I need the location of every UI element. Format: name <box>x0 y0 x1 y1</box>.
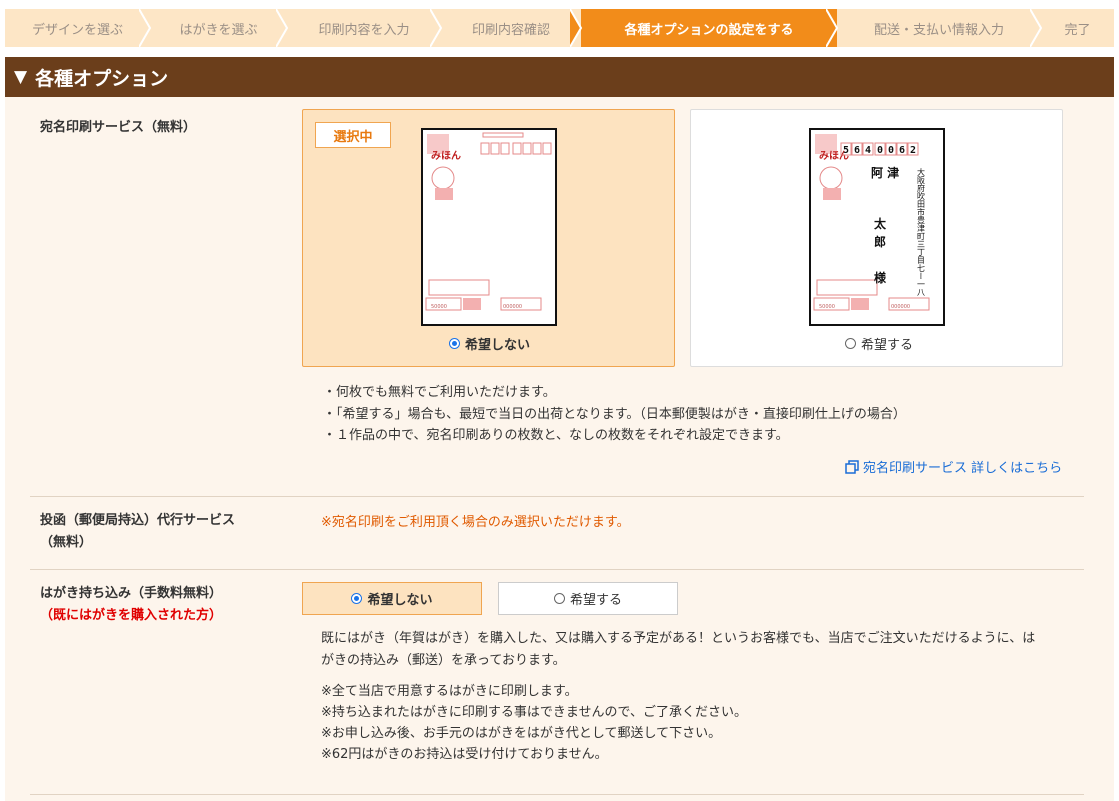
address-print-option-no-card[interactable]: 選択中 みほん 50000 000000 希望しない <box>302 109 675 367</box>
section-divider <box>30 496 1084 497</box>
svg-text:50000: 50000 <box>431 304 447 310</box>
collapse-triangle-icon: ▼ <box>14 67 28 87</box>
recipient-name-line: 郎 <box>874 234 886 249</box>
mail-service-label-line1: 投函（郵便局持込）代行サービス <box>40 513 236 528</box>
bringin-sublabel: （既にはがきを購入された方） <box>40 608 223 623</box>
description-line: がきの持込み（郵送）を承っております。 <box>321 653 566 668</box>
step-arrow-icon <box>570 9 583 47</box>
postcard-preview-addressed: みほん 5 6 4 0 0 6 2 阿 津 太 郎 様 大阪府吹田市豊津町三丁目… <box>809 128 945 326</box>
recipient-address: 大阪府吹田市豊津町三丁目七ー一八 <box>917 167 926 296</box>
address-print-label: 宛名印刷サービス（無料） <box>40 120 197 135</box>
radio-checked-icon <box>351 593 363 604</box>
note-line: ※全て当店で用意するはがきに印刷します。 <box>321 684 578 699</box>
radio-unchecked-icon <box>845 338 856 349</box>
address-print-radio-no[interactable]: 希望しない <box>449 334 530 353</box>
zip-digit: 0 <box>877 145 883 156</box>
options-section-header[interactable]: ▼ 各種オプション <box>5 57 1114 97</box>
mail-service-note: ※宛名印刷をご利用頂く場合のみ選択いただけます。 <box>321 515 630 530</box>
note-line: ・「希望する」場合も、最短で当日の出荷となります。（日本郵便製はがき・直接印刷仕… <box>323 406 906 422</box>
zip-digit: 6 <box>854 145 860 156</box>
note-line: ※お申し込み後、お手元のはがきをはがき代として郵送して下さい。 <box>321 726 722 741</box>
bringin-no-label: 希望しない <box>367 593 433 608</box>
progress-steps: デザインを選ぶ はがきを選ぶ 印刷内容を入力 印刷内容確認 各種オプションの設定… <box>5 9 1114 47</box>
radio-unchecked-icon <box>553 593 565 604</box>
bringin-notes: ※全て当店で用意するはがきに印刷します。 ※持ち込まれたはがきに印刷する事はでき… <box>321 681 747 765</box>
bringin-yes-label: 希望する <box>569 593 622 608</box>
address-print-radio-yes[interactable]: 希望する <box>845 334 913 353</box>
description-line: 既にはがき（年賀はがき）を購入した、又は購入する予定がある！というお客様でも、当… <box>321 631 1036 646</box>
step-arrow-icon <box>1030 9 1043 47</box>
step-arrow-icon <box>826 9 839 47</box>
bringin-label: はがき持ち込み（手数料無料） （既にはがきを購入された方） <box>40 583 222 627</box>
radio-checked-icon <box>449 338 460 349</box>
note-line: ・何枚でも無料でご利用いただけます。 <box>323 385 556 400</box>
bringin-label-main: はがき持ち込み（手数料無料） <box>40 586 223 601</box>
step-confirm: 印刷内容確認 <box>441 9 583 47</box>
recipient-name-line: 様 <box>874 270 887 285</box>
address-print-notes: ・何枚でも無料でご利用いただけます。 ・「希望する」場合も、最短で当日の出荷とな… <box>323 382 906 447</box>
bringin-option-yes-button[interactable]: 希望する <box>498 582 678 615</box>
copy-icon <box>845 459 859 474</box>
postcard-blank-icon: みほん 50000 000000 <box>425 132 552 311</box>
svg-text:000000: 000000 <box>503 304 522 310</box>
section-title: 各種オプション <box>35 67 169 90</box>
options-content: 宛名印刷サービス（無料） 選択中 みほん 50000 000000 希望しない … <box>5 97 1114 801</box>
step-card: はがきを選ぶ <box>150 9 289 47</box>
note-line: ※62円はがきのお持込は受け付けておりません。 <box>321 747 608 762</box>
zip-digit: 4 <box>865 145 871 156</box>
note-line: ・１作品の中で、宛名印刷ありの枚数と、なしの枚数をそれぞれ設定できます。 <box>323 428 789 443</box>
section-divider <box>30 569 1084 570</box>
recipient-name-line: 太 <box>874 216 887 231</box>
postcard-preview-blank: みほん 50000 000000 <box>421 128 557 326</box>
step-design: デザインを選ぶ <box>5 9 152 47</box>
step-arrow-icon <box>430 9 443 47</box>
step-options: 各種オプションの設定をする <box>581 9 839 47</box>
mail-service-label: 投函（郵便局持込）代行サービス （無料） <box>40 510 235 554</box>
zip-digit: 0 <box>888 145 894 156</box>
svg-text:000000: 000000 <box>891 304 910 310</box>
details-link-text: 宛名印刷サービス 詳しくはこちら <box>863 461 1063 476</box>
step-arrow-icon <box>276 9 289 47</box>
step-arrow-icon <box>139 9 152 47</box>
postcard-brand-text: みほん <box>431 150 461 162</box>
bringin-description: 既にはがき（年賀はがき）を購入した、又は購入する予定がある！というお客様でも、当… <box>321 628 1081 672</box>
selected-badge: 選択中 <box>315 122 391 148</box>
section-divider <box>30 794 1084 795</box>
svg-text:50000: 50000 <box>819 304 835 310</box>
step-input: 印刷内容を入力 <box>287 9 443 47</box>
address-print-details-link[interactable]: 宛名印刷サービス 詳しくはこちら <box>845 457 1062 476</box>
zip-digit: 2 <box>910 145 916 156</box>
zip-digit: 6 <box>899 145 905 156</box>
step-shipping: 配送・支払い情報入力 <box>837 9 1043 47</box>
note-line: ※持ち込まれたはがきに印刷する事はできませんので、ご了承ください。 <box>321 705 747 720</box>
bringin-option-no-button[interactable]: 希望しない <box>302 582 482 615</box>
radio-no-label: 希望しない <box>465 338 531 353</box>
mail-service-label-line2: （無料） <box>40 535 93 550</box>
zip-digit: 5 <box>843 145 849 156</box>
address-print-option-yes-card[interactable]: みほん 5 6 4 0 0 6 2 阿 津 太 郎 様 大阪府吹田市豊津町三丁目… <box>690 109 1063 367</box>
radio-yes-label: 希望する <box>861 338 914 353</box>
recipient-name-line: 阿 津 <box>871 165 899 180</box>
postcard-addressed-icon: みほん 5 6 4 0 0 6 2 阿 津 太 郎 様 大阪府吹田市豊津町三丁目… <box>813 134 930 311</box>
